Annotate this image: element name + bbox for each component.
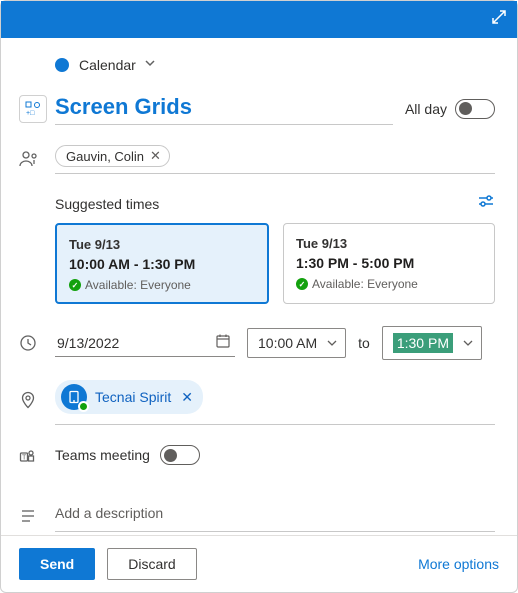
teams-meeting-toggle[interactable] — [160, 445, 200, 465]
suggested-date: Tue 9/13 — [296, 236, 482, 251]
start-time-value: 10:00 AM — [258, 335, 317, 351]
calendar-name[interactable]: Calendar — [79, 57, 136, 73]
suggested-availability: Available: Everyone — [85, 278, 191, 292]
end-time-select[interactable]: 1:30 PM — [382, 326, 482, 360]
svg-text:+□: +□ — [26, 110, 35, 117]
to-label: to — [358, 335, 370, 351]
chevron-down-icon — [327, 335, 337, 351]
all-day-toggle[interactable] — [455, 99, 495, 119]
footer: Send Discard More options — [1, 535, 517, 592]
attendee-name: Gauvin, Colin — [66, 149, 144, 164]
event-title-input[interactable] — [55, 92, 393, 125]
suggested-time: 1:30 PM - 5:00 PM — [296, 255, 482, 271]
attendee-chip[interactable]: Gauvin, Colin ✕ — [55, 145, 170, 167]
suggested-times-settings-icon[interactable] — [477, 192, 495, 215]
remove-attendee-icon[interactable]: ✕ — [150, 148, 161, 164]
location-name: Tecnai Spirit — [95, 389, 171, 405]
suggested-time: 10:00 AM - 1:30 PM — [69, 256, 255, 272]
suggested-times-label: Suggested times — [55, 196, 159, 212]
suggested-availability: Available: Everyone — [312, 277, 418, 291]
title-bar — [1, 1, 517, 38]
teams-meeting-label: Teams meeting — [55, 447, 150, 463]
svg-text:T: T — [22, 455, 27, 462]
teams-icon: T — [19, 448, 55, 466]
suggested-time-card[interactable]: Tue 9/13 1:30 PM - 5:00 PM ✓ Available: E… — [283, 223, 495, 304]
send-button[interactable]: Send — [19, 548, 95, 580]
description-input[interactable]: Add a description — [55, 499, 495, 532]
description-icon — [19, 507, 55, 525]
calendar-icon[interactable] — [215, 333, 231, 352]
format-options-icon[interactable]: +□ — [19, 95, 47, 123]
chevron-down-icon[interactable] — [144, 56, 156, 74]
start-time-select[interactable]: 10:00 AM — [247, 328, 346, 358]
date-value: 9/13/2022 — [57, 335, 119, 351]
check-icon: ✓ — [69, 279, 81, 291]
attendees-icon — [19, 149, 55, 169]
location-badge-icon — [61, 384, 87, 410]
end-time-value: 1:30 PM — [393, 333, 453, 353]
suggested-date: Tue 9/13 — [69, 237, 255, 252]
more-options-link[interactable]: More options — [418, 556, 499, 572]
location-icon — [19, 391, 55, 409]
location-chip[interactable]: Tecnai Spirit ✕ — [55, 380, 203, 414]
discard-button[interactable]: Discard — [107, 548, 196, 580]
check-icon: ✓ — [296, 278, 308, 290]
expand-icon[interactable] — [491, 9, 507, 30]
suggested-time-card[interactable]: Tue 9/13 10:00 AM - 1:30 PM ✓ Available: … — [55, 223, 269, 304]
calendar-color-dot — [55, 58, 69, 72]
all-day-label: All day — [405, 101, 447, 117]
remove-location-icon[interactable]: ✕ — [181, 389, 193, 406]
clock-icon — [19, 334, 55, 352]
chevron-down-icon — [463, 335, 473, 351]
date-input[interactable]: 9/13/2022 — [55, 329, 235, 357]
